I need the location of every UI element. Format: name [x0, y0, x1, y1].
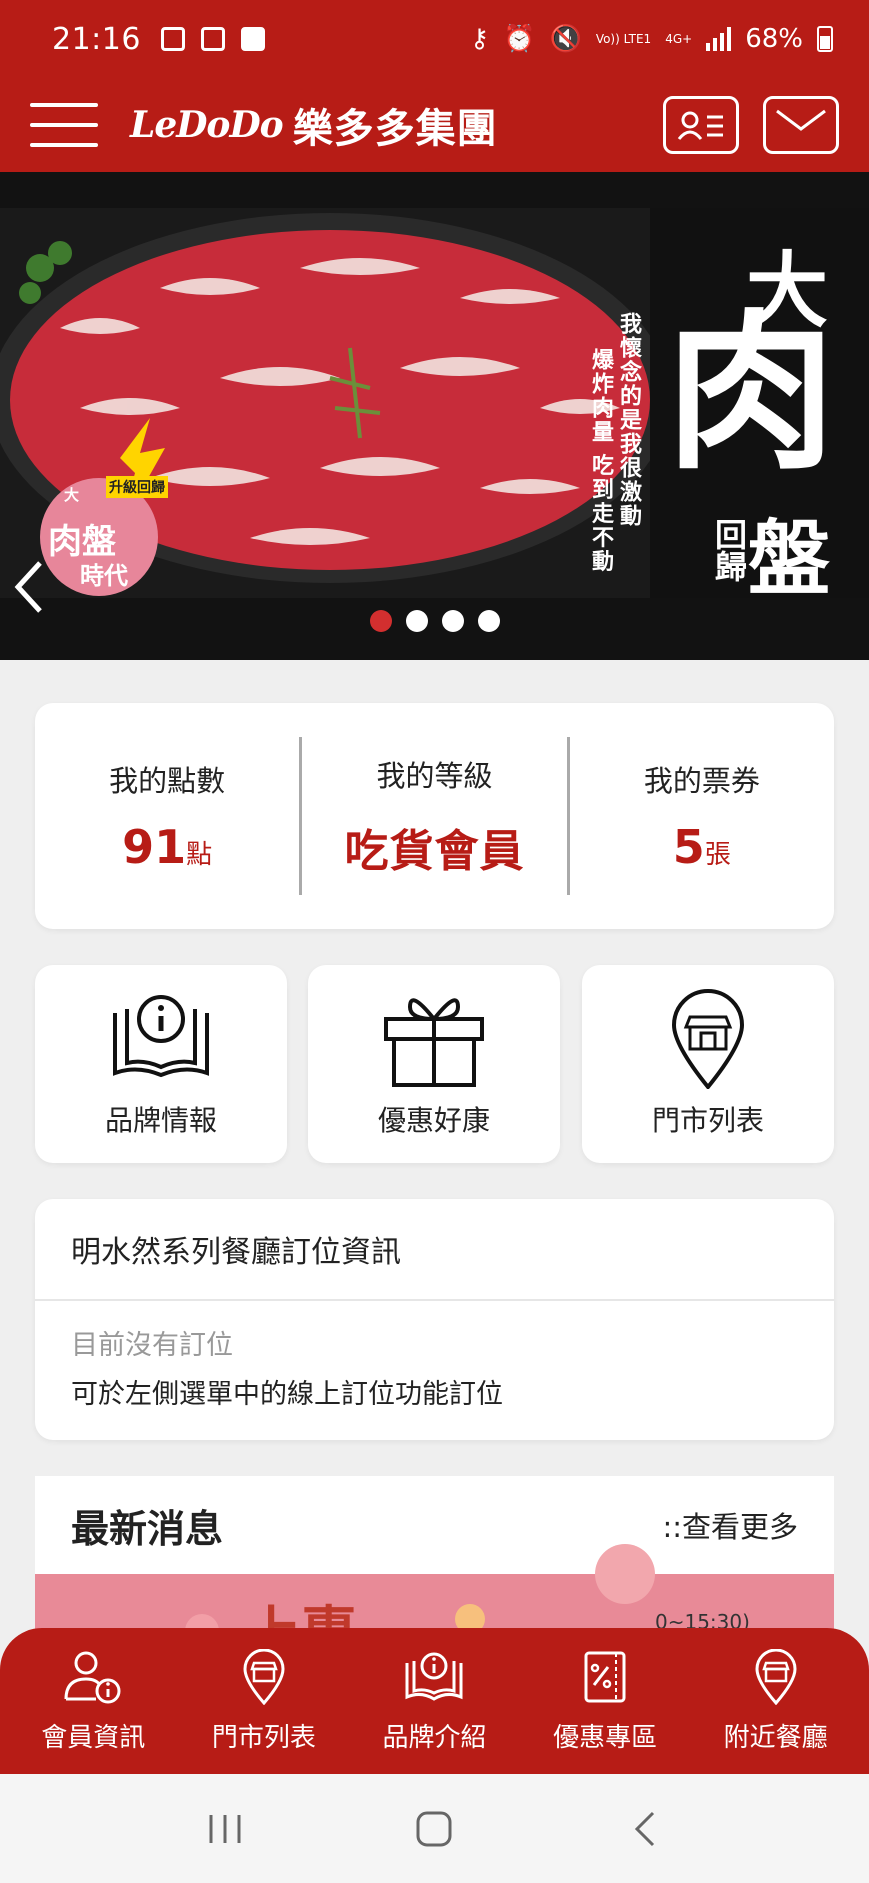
status-bar: 21:16 ⚷ ⏰ 🔇 Vo)) LTE1 4G+ 68%	[0, 0, 869, 78]
back-chevron-icon	[635, 1811, 655, 1846]
news-item-banner[interactable]: 上惠 0~15:30)	[35, 1544, 834, 1636]
network-gen: 4G+	[665, 32, 693, 46]
status-time: 21:16	[52, 21, 141, 57]
points-number: 91	[122, 820, 187, 874]
badge-upgrade-text: 升級回歸	[106, 476, 168, 498]
banner-dot[interactable]	[369, 610, 392, 632]
points-value: 91點	[35, 820, 299, 874]
store-location-icon	[671, 989, 745, 1089]
mail-button[interactable]	[763, 96, 839, 154]
nav-nearby-restaurants[interactable]: 附近餐廳	[695, 1648, 857, 1754]
status-right: ⚷ ⏰ 🔇 Vo)) LTE1 4G+ 68%	[470, 24, 833, 54]
brand-logo: LeDoDo 樂多多集團	[130, 96, 498, 154]
shield-notification-icon	[200, 27, 225, 51]
volte-indicator: Vo)) LTE1	[595, 32, 652, 46]
menu-button[interactable]	[30, 103, 98, 147]
banner-headline-rou: 肉	[666, 293, 837, 493]
banner-headline-huigui: 回歸	[710, 518, 748, 582]
nearby-pin-icon	[755, 1648, 797, 1705]
reservation-title: 明水然系列餐廳訂位資訊	[35, 1199, 834, 1301]
points-stat[interactable]: 我的點數 91點	[35, 758, 299, 874]
brand-info-tile[interactable]: 品牌情報	[35, 965, 287, 1163]
nav-member-info[interactable]: 會員資訊	[12, 1649, 174, 1754]
banner-dot[interactable]	[405, 610, 428, 632]
news-more-link[interactable]: ::查看更多	[662, 1504, 798, 1546]
level-value: 吃貨會員	[302, 815, 566, 879]
news-title: 最新消息	[71, 1506, 224, 1551]
points-label: 我的點數	[109, 764, 226, 798]
store-list-tile[interactable]: 門市列表	[582, 965, 834, 1163]
back-button[interactable]	[614, 1804, 674, 1854]
nav-label: 優惠專區	[553, 1722, 658, 1753]
info-book-icon	[113, 995, 209, 1078]
coupons-unit: 張	[704, 840, 731, 870]
banner-tagline-2: 爆炸肉量 吃到走不動	[588, 348, 613, 574]
gift-icon	[384, 998, 484, 1087]
banner-pagination	[0, 610, 869, 632]
mute-icon: 🔇	[549, 24, 582, 54]
menu-bar	[30, 103, 98, 107]
points-unit: 點	[186, 840, 213, 870]
coupons-stat[interactable]: 我的票券 5張	[570, 758, 834, 874]
news-section: 最新消息 ::查看更多 上惠 0~15:30)	[35, 1476, 834, 1636]
logo-chinese: 樂多多集團	[292, 106, 498, 152]
nav-brand-intro[interactable]: 品牌介紹	[353, 1649, 515, 1754]
badge-era-text: 時代	[80, 562, 128, 590]
menu-bar	[30, 123, 98, 127]
app-header: LeDoDo 樂多多集團	[0, 78, 869, 172]
offers-tile[interactable]: 優惠好康	[308, 965, 560, 1163]
brand-book-icon	[405, 1652, 463, 1701]
nav-store-list[interactable]: 門市列表	[183, 1648, 345, 1754]
member-card-button[interactable]	[663, 96, 739, 154]
check-notification-icon	[240, 27, 265, 51]
system-navigation-bar	[0, 1774, 869, 1883]
signal-icon	[706, 27, 732, 51]
nav-label: 品牌介紹	[382, 1722, 487, 1753]
recent-apps-icon	[209, 1814, 241, 1843]
key-icon: ⚷	[470, 24, 490, 54]
menu-bar	[30, 143, 98, 147]
store-pin-icon	[243, 1648, 285, 1705]
decor-circle	[595, 1544, 655, 1604]
banner-headline-pan: 盤	[748, 511, 831, 607]
coupons-label: 我的票券	[643, 764, 760, 798]
coupons-number: 5	[672, 820, 705, 874]
banner-tagline-1: 我懷念的是我很激動	[616, 312, 641, 528]
logo-script: LeDoDo	[130, 104, 284, 146]
gallery-icon	[160, 27, 185, 51]
level-text: 吃貨會員	[344, 826, 525, 877]
nav-offers[interactable]: 優惠專區	[524, 1649, 686, 1754]
nav-label: 會員資訊	[41, 1722, 146, 1753]
envelope-icon	[776, 109, 826, 131]
coupon-percent-icon	[584, 1651, 626, 1702]
recent-apps-button[interactable]	[195, 1804, 255, 1854]
nav-label: 附近餐廳	[723, 1722, 828, 1753]
badge-small-text: 大	[64, 486, 80, 504]
brand-info-label: 品牌情報	[104, 1104, 217, 1137]
nav-label: 門市列表	[211, 1722, 316, 1753]
battery-percent: 68%	[745, 24, 803, 54]
level-stat[interactable]: 我的等級 吃貨會員	[302, 753, 566, 879]
reservation-empty-text: 目前沒有訂位	[71, 1330, 233, 1361]
member-info-icon	[64, 1651, 121, 1703]
banner-prev-button[interactable]	[10, 557, 50, 617]
coupons-value: 5張	[570, 820, 834, 874]
banner-dot[interactable]	[441, 610, 464, 632]
home-icon	[416, 1811, 452, 1846]
news-header: 最新消息 ::查看更多	[35, 1476, 834, 1574]
offers-label: 優惠好康	[377, 1104, 490, 1137]
alarm-icon: ⏰	[503, 24, 536, 54]
reservation-card: 明水然系列餐廳訂位資訊 目前沒有訂位 可於左側選單中的線上訂位功能訂位	[35, 1199, 834, 1440]
level-label: 我的等級	[376, 759, 493, 793]
notification-icons	[160, 27, 265, 51]
battery-icon	[817, 26, 833, 52]
store-list-label: 門市列表	[651, 1104, 764, 1137]
banner-dot[interactable]	[477, 610, 500, 632]
member-stats-card: 我的點數 91點 我的等級 吃貨會員 我的票券 5張	[35, 703, 834, 929]
member-card-icon	[677, 111, 723, 140]
bottom-navigation: 會員資訊 門市列表 品牌介紹 優惠專區 附近餐廳	[0, 1628, 869, 1774]
reservation-hint-text: 可於左側選單中的線上訂位功能訂位	[71, 1379, 503, 1410]
header-actions	[663, 96, 839, 154]
home-button[interactable]	[404, 1804, 464, 1854]
